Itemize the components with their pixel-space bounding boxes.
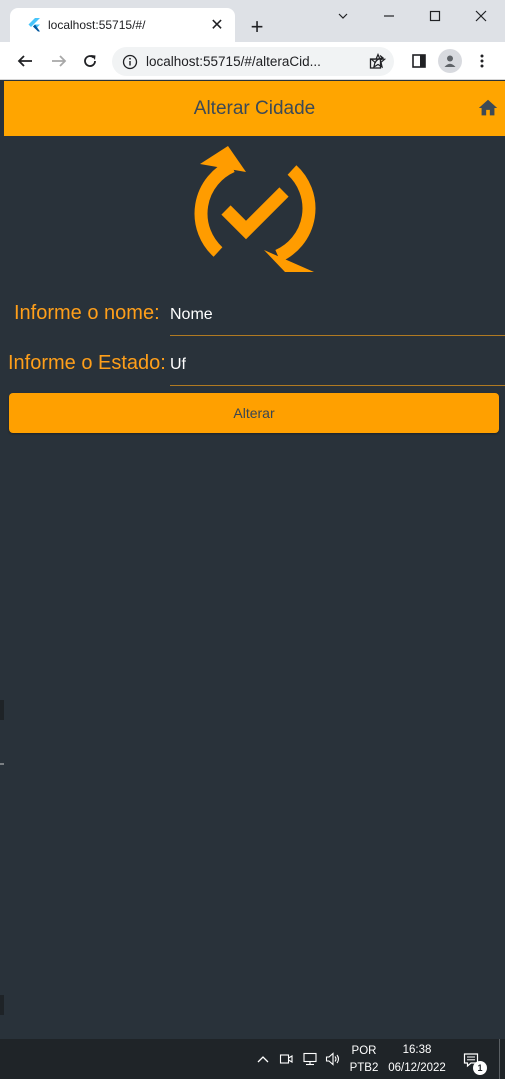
- tab-title: localhost:55715/#/: [48, 18, 146, 32]
- minimize-window-icon[interactable]: [320, 0, 366, 32]
- clock-time[interactable]: 16:38: [386, 1044, 448, 1056]
- app-bar: Alterar Cidade: [4, 81, 505, 136]
- bookmark-star-icon[interactable]: [368, 51, 388, 71]
- address-bar[interactable]: localhost:55715/#/alteraCid...: [112, 47, 394, 76]
- home-icon[interactable]: [477, 97, 499, 119]
- network-icon[interactable]: [301, 1049, 319, 1069]
- forward-arrow-icon[interactable]: [46, 48, 72, 74]
- nome-input[interactable]: [170, 296, 505, 334]
- meet-now-icon[interactable]: [277, 1049, 295, 1069]
- volume-icon[interactable]: [324, 1049, 342, 1069]
- estado-label: Informe o Estado:: [8, 352, 166, 374]
- windows-taskbar: POR PTB2 16:38 06/12/2022 1: [0, 1039, 505, 1079]
- nome-field[interactable]: [170, 296, 505, 336]
- browser-toolbar: localhost:55715/#/alteraCid...: [0, 42, 505, 80]
- back-arrow-icon[interactable]: [12, 48, 38, 74]
- chevron-up-icon[interactable]: [254, 1049, 272, 1069]
- show-desktop-edge[interactable]: [499, 1039, 500, 1079]
- app-body: Informe o nome: Informe o Estado: Altera…: [4, 136, 505, 1039]
- browser-menu-icon[interactable]: [472, 51, 492, 71]
- page-title: Alterar Cidade: [193, 98, 316, 119]
- clock-date[interactable]: 06/12/2022: [386, 1062, 448, 1074]
- nome-label: Informe o nome:: [14, 302, 160, 324]
- language-indicator[interactable]: POR: [349, 1045, 379, 1057]
- browser-tab-strip: localhost:55715/#/ ✕ +: [0, 0, 505, 42]
- close-tab-icon[interactable]: ✕: [207, 15, 227, 35]
- flutter-favicon-icon: [26, 17, 42, 33]
- profile-avatar-icon[interactable]: [438, 49, 462, 73]
- url-text: localhost:55715/#/alteraCid...: [146, 54, 321, 69]
- notification-count-badge: 1: [473, 1061, 487, 1075]
- estado-row: Informe o Estado:: [4, 340, 505, 386]
- reload-icon[interactable]: [77, 48, 103, 74]
- nome-row: Informe o nome:: [4, 290, 505, 336]
- maximize-icon[interactable]: [412, 0, 458, 32]
- close-window-icon[interactable]: [458, 0, 504, 32]
- new-tab-button[interactable]: +: [244, 14, 270, 40]
- browser-tab[interactable]: localhost:55715/#/ ✕: [10, 8, 235, 42]
- minimize-icon[interactable]: [366, 0, 412, 32]
- site-info-icon[interactable]: [122, 54, 138, 70]
- keyboard-layout-indicator[interactable]: PTB2: [349, 1062, 379, 1074]
- estado-input[interactable]: [170, 346, 505, 384]
- estado-field[interactable]: [170, 346, 505, 386]
- alterar-button[interactable]: Alterar: [9, 393, 499, 433]
- side-panel-icon[interactable]: [409, 51, 429, 71]
- sync-check-icon: [190, 146, 320, 276]
- screen: localhost:55715/#/ ✕ + localhost:55715/#…: [0, 0, 505, 1079]
